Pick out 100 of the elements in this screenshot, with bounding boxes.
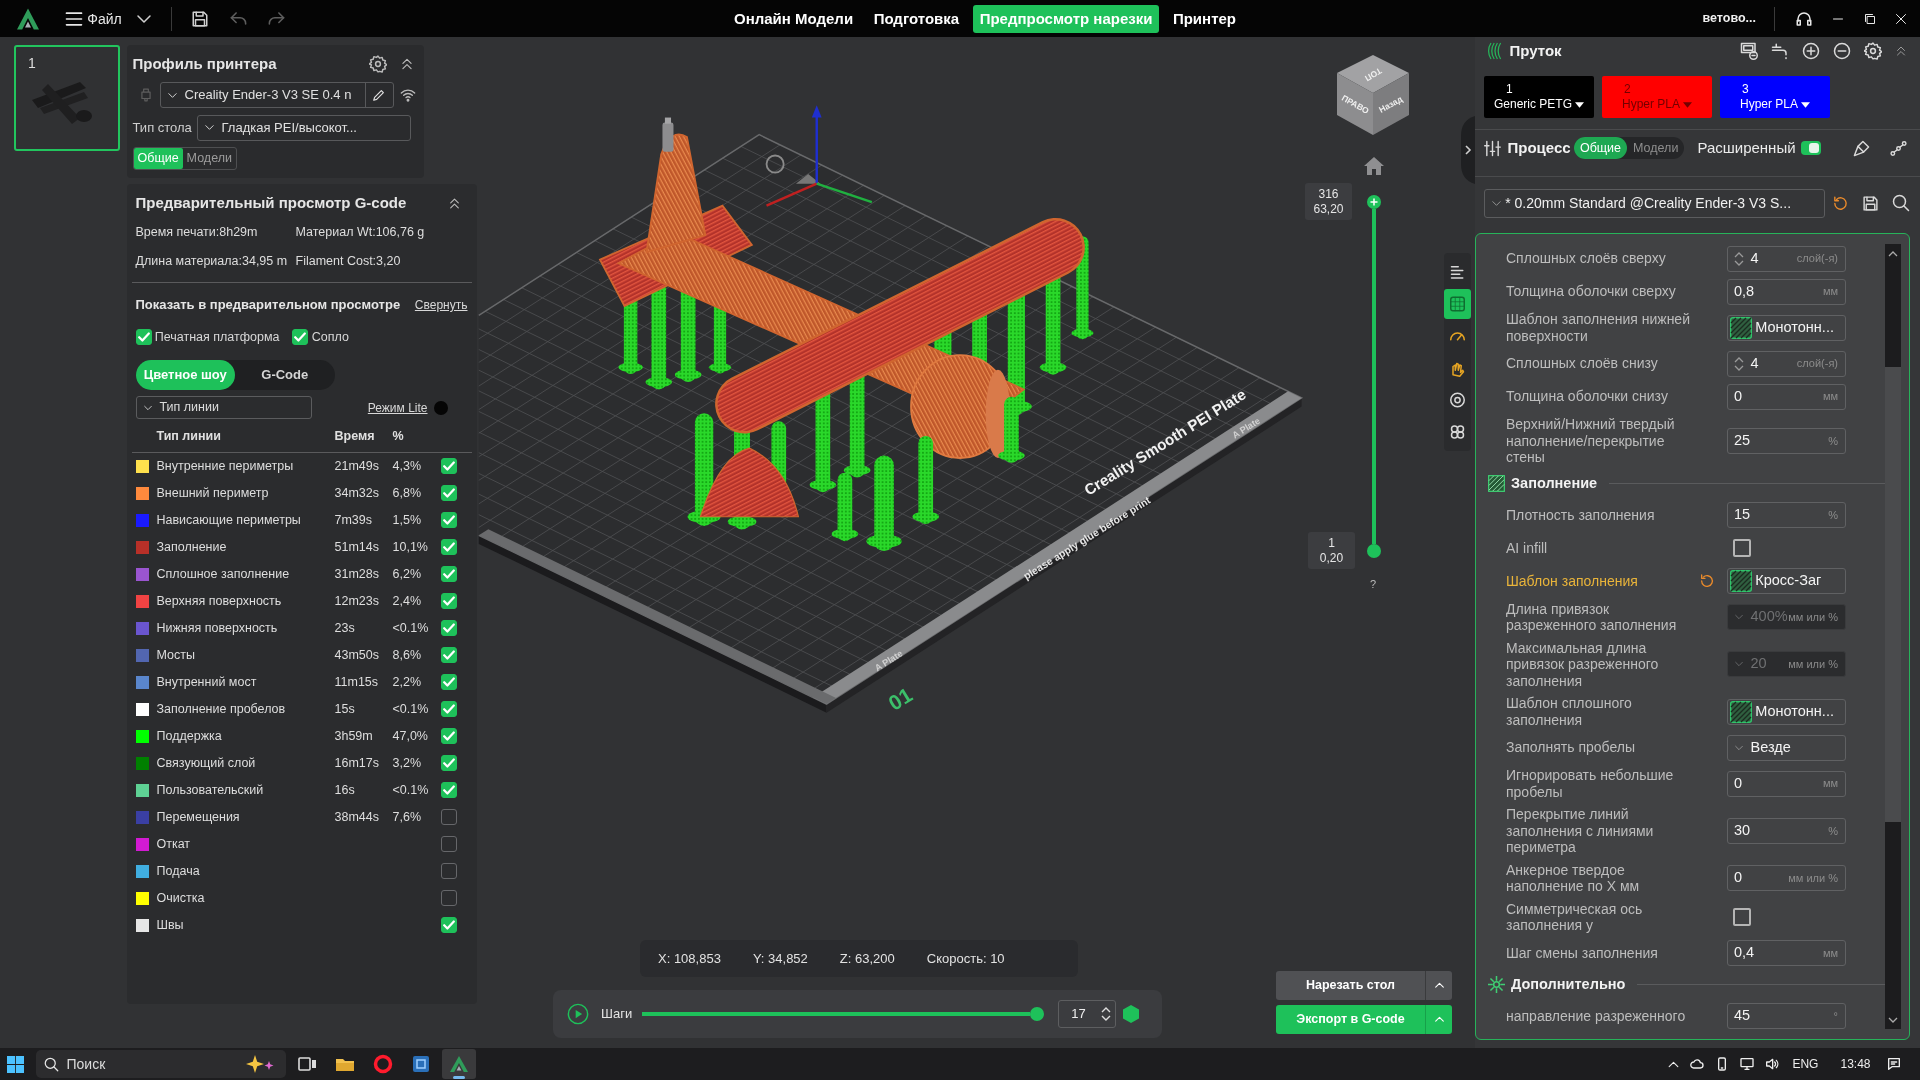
process-tab[interactable]: Модели	[1627, 137, 1685, 159]
mode-tab[interactable]: Онлайн Модели	[727, 4, 861, 33]
settings-icon[interactable]	[1863, 42, 1882, 60]
language-indicator[interactable]: ENG	[1792, 1055, 1819, 1073]
wifi-icon[interactable]	[400, 87, 416, 103]
step-number-field[interactable]: 17	[1058, 1000, 1117, 1028]
add-circle-icon[interactable]	[1801, 42, 1820, 60]
remove-circle-icon[interactable]	[1832, 42, 1851, 60]
scroll-thumb[interactable]	[1885, 366, 1901, 822]
action-button[interactable]: Нарезать стол	[1276, 971, 1425, 1000]
checkbox[interactable]	[440, 836, 457, 853]
pattern-select[interactable]: Монотонн...	[1727, 698, 1846, 725]
cloud-icon[interactable]	[1689, 1056, 1706, 1072]
checkbox[interactable]	[440, 458, 457, 475]
notification-icon[interactable]	[1886, 1056, 1902, 1072]
app-logo-icon[interactable]	[441, 1049, 476, 1079]
printer-select[interactable]: Creality Ender-3 V3 SE 0.4 n	[159, 82, 394, 108]
checkbox[interactable]	[440, 485, 457, 502]
faucet-icon[interactable]	[1770, 42, 1789, 60]
slider-handle[interactable]	[1030, 1007, 1045, 1021]
pattern-select[interactable]: Кросс-Заг	[1727, 568, 1846, 594]
plate-thumbnail[interactable]: 1	[14, 45, 120, 151]
app-logo[interactable]	[16, 6, 40, 31]
account-name[interactable]: ветово...	[1702, 9, 1756, 28]
checkbox[interactable]	[292, 329, 309, 346]
checkbox[interactable]	[440, 917, 457, 934]
redo-icon[interactable]	[267, 9, 287, 28]
mode-tab[interactable]: Подготовка	[866, 4, 967, 33]
checkbox[interactable]	[1733, 908, 1751, 926]
checkbox[interactable]	[440, 620, 457, 637]
undo-icon[interactable]	[228, 9, 248, 28]
number-field[interactable]: 0 мм	[1727, 383, 1846, 410]
collapse-link[interactable]: Свернуть	[414, 296, 468, 314]
checkbox[interactable]	[440, 674, 457, 691]
reset-icon[interactable]	[1699, 573, 1715, 589]
slider-handle[interactable]	[1367, 195, 1381, 209]
checkbox[interactable]	[1733, 539, 1751, 557]
hexagon-icon[interactable]	[1122, 1005, 1139, 1023]
printer-sync-icon[interactable]	[1739, 42, 1758, 60]
dropdown[interactable]: Везде	[1727, 734, 1846, 761]
checkbox[interactable]	[440, 647, 457, 664]
dropdown-button[interactable]	[1425, 971, 1452, 1000]
advanced-toggle[interactable]	[1800, 141, 1821, 155]
filament-slot[interactable]: 3 Hyper PLA	[1720, 76, 1830, 118]
play-icon[interactable]	[567, 1003, 589, 1025]
collapse-icon[interactable]	[448, 197, 461, 210]
view-mode-tab[interactable]: G-Code	[235, 359, 335, 390]
checkbox[interactable]	[440, 701, 457, 718]
checkbox[interactable]	[440, 890, 457, 907]
layer-slider[interactable]	[1367, 195, 1381, 558]
search-bar[interactable]: Поиск	[35, 1050, 286, 1078]
checkbox[interactable]	[440, 809, 457, 826]
number-field[interactable]: 30 %	[1727, 817, 1846, 844]
reset-icon[interactable]	[1831, 194, 1849, 212]
collapse-icon[interactable]	[400, 57, 415, 72]
toggle-dot-icon[interactable]	[434, 400, 448, 415]
number-field[interactable]: 25 %	[1727, 427, 1846, 454]
checkbox[interactable]	[440, 755, 457, 772]
close-icon[interactable]	[1895, 12, 1907, 25]
checkbox[interactable]	[440, 728, 457, 745]
scroll-up-icon[interactable]	[1888, 250, 1898, 257]
mode-tab[interactable]: Принтер	[1165, 4, 1243, 33]
bed-type-select[interactable]: Гладкая PEI/высокот...	[196, 114, 411, 141]
number-field[interactable]: 15 %	[1727, 502, 1846, 528]
checkbox[interactable]	[135, 329, 152, 346]
speaker-icon[interactable]	[1764, 1056, 1781, 1072]
search-icon[interactable]	[1891, 194, 1910, 212]
monitor-icon[interactable]	[1739, 1056, 1756, 1072]
brush-icon[interactable]	[1853, 139, 1871, 157]
checkbox[interactable]	[440, 863, 457, 880]
number-field[interactable]: 4 слой(-я)	[1727, 350, 1846, 377]
checkbox[interactable]	[440, 593, 457, 610]
checkbox[interactable]	[440, 512, 457, 529]
windows-logo-icon[interactable]	[6, 1055, 24, 1073]
help-button[interactable]: ?	[1366, 576, 1380, 593]
lite-mode-link[interactable]: Режим Lite	[367, 398, 428, 417]
steps-slider[interactable]	[642, 1007, 1045, 1021]
number-field[interactable]: 0 мм или %	[1727, 865, 1846, 891]
filament-slot[interactable]: 1 Generic PETG	[1484, 76, 1594, 118]
checkbox[interactable]	[440, 539, 457, 556]
nodes-icon[interactable]	[1889, 139, 1907, 157]
clock[interactable]: 13:48	[1840, 1055, 1871, 1073]
profile-tab[interactable]: Модели	[182, 148, 236, 169]
number-field[interactable]: 0,8 мм	[1727, 278, 1846, 305]
collapse-icon[interactable]	[1894, 45, 1907, 57]
home-icon[interactable]	[1364, 157, 1384, 175]
save-icon[interactable]	[191, 9, 210, 28]
number-field[interactable]: 45 °	[1727, 1003, 1846, 1029]
number-field[interactable]: 4 слой(-я)	[1727, 245, 1846, 272]
save-icon[interactable]	[1861, 194, 1879, 212]
file-menu-button[interactable]: Файл	[64, 8, 122, 29]
slider-handle[interactable]	[1367, 544, 1381, 558]
headset-icon[interactable]	[1794, 9, 1813, 28]
number-field[interactable]: 0 мм	[1727, 770, 1846, 797]
pattern-select[interactable]: Монотонн...	[1727, 314, 1846, 341]
restore-icon[interactable]	[1863, 12, 1876, 25]
search-input[interactable]: Поиск	[66, 1053, 237, 1075]
scrollbar[interactable]	[1885, 244, 1901, 1029]
scroll-down-icon[interactable]	[1888, 1016, 1898, 1023]
preset-select[interactable]: * 0.20mm Standard @Creality Ender-3 V3 S...	[1484, 188, 1825, 218]
